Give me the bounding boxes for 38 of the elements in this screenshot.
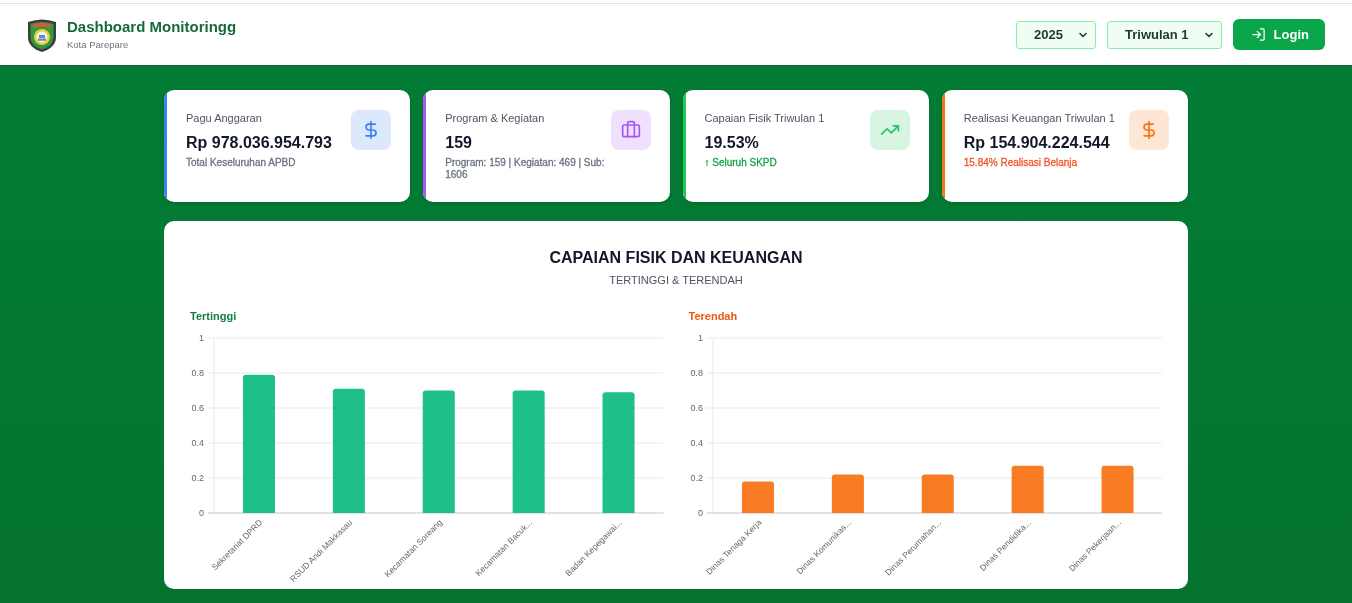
card-value: Rp 978.036.954.793 xyxy=(186,133,332,153)
dollar-icon xyxy=(351,110,392,150)
filter-select[interactable]: Triwulan 1 xyxy=(1107,20,1222,49)
card-note: Program: 159 | Kegiatan: 469 | Sub: 1606 xyxy=(445,157,606,181)
axis-tick-label: 1 xyxy=(199,333,204,343)
card-note: Total Keseluruhan APBD xyxy=(186,157,296,169)
card-title: Realisasi Keuangan Triwulan 1 xyxy=(963,111,1115,126)
panel-subtitle: TERTINGGI & TERENDAH xyxy=(609,273,743,287)
axis-tick-label: 0.2 xyxy=(690,473,703,483)
axis-tick-label: 0.4 xyxy=(191,438,204,448)
card-value: 19.53% xyxy=(704,133,759,153)
card-title: Capaian Fisik Triwulan 1 xyxy=(704,111,825,126)
panel-title: CAPAIAN FISIK DAN KEUANGAN xyxy=(549,248,803,268)
axis-tick-label: 0.8 xyxy=(690,368,703,378)
login-icon xyxy=(1250,27,1266,42)
chart-heading: Tertinggi xyxy=(190,309,237,323)
axis-tick-label: 0.6 xyxy=(191,403,204,413)
shield-crest-icon xyxy=(26,17,58,52)
filter-select[interactable]: 2025 xyxy=(1016,20,1097,49)
axis-tick-label: 0.2 xyxy=(191,473,204,483)
axis-tick-label: 0 xyxy=(697,508,703,518)
chart-heading: Terendah xyxy=(688,309,738,323)
app-title: Dashboard Monitoringg xyxy=(67,18,237,36)
axis-tick-label: 0.4 xyxy=(690,438,703,448)
card-note: ↑ Seluruh SKPD xyxy=(704,157,777,169)
axis-tick-label: 1 xyxy=(697,333,703,343)
axis-tick-label: 0.6 xyxy=(690,403,703,413)
card-title: Pagu Anggaran xyxy=(186,111,262,126)
card-value: 159 xyxy=(445,133,472,153)
axis-tick-label: 0.8 xyxy=(191,368,204,378)
briefcase-icon xyxy=(610,110,651,150)
card-value: Rp 154.904.224.544 xyxy=(963,133,1110,153)
axis-tick-label: 0 xyxy=(199,508,204,518)
card-title: Program & Kegiatan xyxy=(445,111,545,126)
trending-up-icon xyxy=(869,110,910,150)
card-note: 15.84% Realisasi Belanja xyxy=(963,157,1078,169)
app-subtitle: Kota Parepare xyxy=(67,39,129,51)
dollar-icon xyxy=(1129,110,1169,150)
